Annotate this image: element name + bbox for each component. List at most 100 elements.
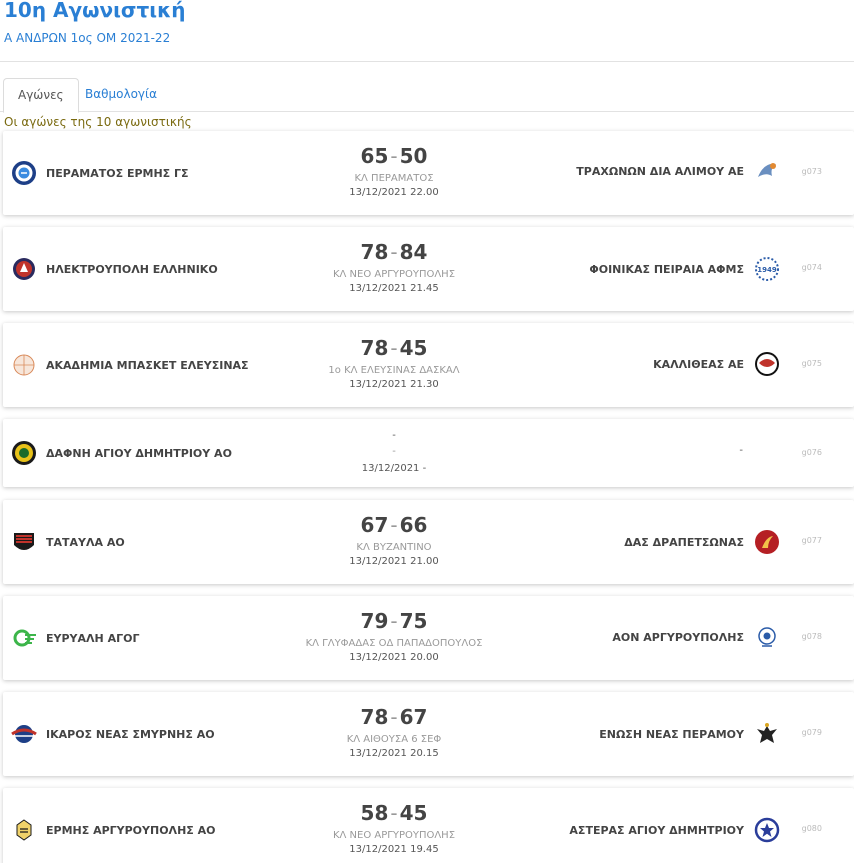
home-team[interactable]: ΕΡΜΗΣ ΑΡΓΥΡΟΥΠΟΛΗΣ ΑΟ: [11, 817, 216, 843]
match-score: 78-45: [360, 336, 428, 360]
away-score: 45: [399, 336, 428, 360]
match-score: 78-84: [360, 240, 428, 264]
away-team[interactable]: ΕΝΩΣΗ ΝΕΑΣ ΠΕΡΑΜΟΥ: [599, 721, 780, 747]
home-score: 67: [360, 513, 389, 537]
away-team-name: ΚΑΛΛΙΘΕΑΣ ΑΕ: [653, 357, 744, 371]
home-team[interactable]: ΕΥΡΥΑΛΗ ΑΓΟΓ: [11, 625, 139, 651]
away-team-name: ΔΑΣ ΔΡΑΠΕΤΣΩΝΑΣ: [624, 535, 744, 549]
match-card[interactable]: ΕΥΡΥΑΛΗ ΑΓΟΓ 79-75 ΚΛ ΓΛΥΦΑΔΑΣ ΟΔ ΠΑΠΑΔΟ…: [3, 596, 854, 680]
match-score: 58-45: [360, 801, 428, 825]
score-placeholder: -: [392, 430, 396, 441]
away-team[interactable]: -: [739, 445, 743, 456]
home-score: 79: [360, 609, 389, 633]
tab-bar: Αγώνες Βαθμολογία: [0, 78, 854, 113]
match-code: g080: [801, 824, 822, 833]
away-team[interactable]: ΚΑΛΛΙΘΕΑΣ ΑΕ: [653, 351, 780, 377]
match-card[interactable]: ΙΚΑΡΟΣ ΝΕΑΣ ΣΜΥΡΝΗΣ ΑΟ 78-67 ΚΛ ΑΙΘΟΥΣΑ …: [3, 692, 854, 776]
home-score: 78: [360, 705, 389, 729]
match-venue: ΚΛ ΒΥΖΑΝΤΙΝΟ: [356, 542, 432, 553]
home-team[interactable]: ΗΛΕΚΤΡΟΥΠΟΛΗ ΕΛΛΗΝΙΚΟ: [11, 256, 218, 282]
match-venue: ΚΛ ΝΕΟ ΑΡΓΥΡΟΥΠΟΛΗΣ: [332, 269, 456, 280]
ilektroupoli-crest-icon: [11, 256, 37, 282]
match-code: g075: [801, 359, 822, 368]
match-code: g076: [801, 448, 822, 457]
match-card[interactable]: ΕΡΜΗΣ ΑΡΓΥΡΟΥΠΟΛΗΣ ΑΟ 58-45 ΚΛ ΝΕΟ ΑΡΓΥΡ…: [3, 788, 854, 863]
tab-matches[interactable]: Αγώνες: [3, 78, 79, 113]
match-datetime: 13/12/2021 21.30: [349, 379, 439, 390]
away-team[interactable]: ΤΡΑΧΩΝΩΝ ΔΙΑ ΑΛΙΜΟΥ ΑΕ: [576, 158, 780, 184]
foinikas-crest-icon: 1949: [754, 256, 780, 282]
hermes-crest-icon: [11, 160, 37, 186]
match-code: g077: [801, 536, 822, 545]
evryali-crest-icon: [11, 625, 37, 651]
home-score: 58: [360, 801, 389, 825]
away-score: 45: [399, 801, 428, 825]
away-team[interactable]: ΑΣΤΕΡΑΣ ΑΓΙΟΥ ΔΗΜΗΤΡΙΟΥ: [569, 817, 780, 843]
match-center: 58-45 ΚΛ ΝΕΟ ΑΡΓΥΡΟΥΠΟΛΗΣ 13/12/2021 19.…: [294, 800, 494, 855]
away-team-name: ΕΝΩΣΗ ΝΕΑΣ ΠΕΡΑΜΟΥ: [599, 727, 744, 741]
match-score: 79-75: [360, 609, 428, 633]
match-center: 65-50 ΚΛ ΠΕΡΑΜΑΤΟΣ 13/12/2021 22.00: [294, 143, 494, 198]
home-team[interactable]: ΤΑΤΑΥΛΑ ΑΟ: [11, 529, 125, 555]
away-score: 66: [399, 513, 428, 537]
match-card[interactable]: ΑΚΑΔΗΜΙΑ ΜΠΑΣΚΕΤ ΕΛΕΥΣΙΝΑΣ 78-45 1ο ΚΛ Ε…: [3, 323, 854, 407]
match-center: 78-45 1ο ΚΛ ΕΛΕΥΣΙΝΑΣ ΔΑΣΚΑΛ 13/12/2021 …: [294, 335, 494, 390]
home-team[interactable]: ΙΚΑΡΟΣ ΝΕΑΣ ΣΜΥΡΝΗΣ ΑΟ: [11, 721, 215, 747]
away-score: 50: [399, 144, 428, 168]
match-datetime: 13/12/2021 19.45: [349, 844, 439, 855]
match-code: g073: [801, 167, 822, 176]
section-note: Οι αγώνες της 10 αγωνιστικής: [4, 115, 192, 129]
match-datetime: 13/12/2021 -: [361, 463, 427, 474]
match-datetime: 13/12/2021 22.00: [349, 187, 439, 198]
foinikas-year: 1949: [757, 266, 777, 274]
away-score: 84: [399, 240, 428, 264]
basketball-academy-icon: [11, 352, 37, 378]
match-score: 65-50: [360, 144, 428, 168]
match-datetime: 13/12/2021 21.00: [349, 556, 439, 567]
match-center: 78-84 ΚΛ ΝΕΟ ΑΡΓΥΡΟΥΠΟΛΗΣ 13/12/2021 21.…: [294, 239, 494, 294]
home-team-name: ΔΑΦΝΗ ΑΓΙΟΥ ΔΗΜΗΤΡΙΟΥ ΑΟ: [46, 446, 232, 460]
match-center: 79-75 ΚΛ ΓΛΥΦΑΔΑΣ ΟΔ ΠΑΠΑΔΟΠΟΥΛΟΣ 13/12/…: [294, 608, 494, 663]
match-datetime: 13/12/2021 20.00: [349, 652, 439, 663]
match-code: g074: [801, 263, 822, 272]
match-card[interactable]: ΗΛΕΚΤΡΟΥΠΟΛΗ ΕΛΛΗΝΙΚΟ 78-84 ΚΛ ΝΕΟ ΑΡΓΥΡ…: [3, 227, 854, 311]
match-center: 78-67 ΚΛ ΑΙΘΟΥΣΑ 6 ΣΕΦ 13/12/2021 20.15: [294, 704, 494, 759]
match-venue: ΚΛ ΠΕΡΑΜΑΤΟΣ: [354, 173, 434, 184]
home-team-name: ΤΑΤΑΥΛΑ ΑΟ: [46, 535, 125, 549]
away-team-name: ΤΡΑΧΩΝΩΝ ΔΙΑ ΑΛΙΜΟΥ ΑΕ: [576, 164, 744, 178]
aon-crest-icon: [754, 624, 780, 650]
page-subtitle[interactable]: Α ΑΝΔΡΩΝ 1ος ΟΜ 2021-22: [4, 31, 170, 45]
away-score: 75: [399, 609, 428, 633]
match-card[interactable]: ΠΕΡΑΜΑΤΟΣ ΕΡΜΗΣ ΓΣ 65-50 ΚΛ ΠΕΡΑΜΑΤΟΣ 13…: [3, 131, 854, 215]
away-team[interactable]: ΑΟΝ ΑΡΓΥΡΟΥΠΟΛΗΣ: [612, 624, 780, 650]
match-card[interactable]: ΔΑΦΝΗ ΑΓΙΟΥ ΔΗΜΗΤΡΙΟΥ ΑΟ - - 13/12/2021 …: [3, 419, 854, 487]
ikaros-crest-icon: [11, 721, 37, 747]
home-team-name: ΠΕΡΑΜΑΤΟΣ ΕΡΜΗΣ ΓΣ: [46, 166, 189, 180]
drapetsona-crest-icon: [754, 529, 780, 555]
home-team-name: ΕΡΜΗΣ ΑΡΓΥΡΟΥΠΟΛΗΣ ΑΟ: [46, 823, 216, 837]
home-team[interactable]: ΔΑΦΝΗ ΑΓΙΟΥ ΔΗΜΗΤΡΙΟΥ ΑΟ: [11, 440, 232, 466]
home-team-name: ΙΚΑΡΟΣ ΝΕΑΣ ΣΜΥΡΝΗΣ ΑΟ: [46, 727, 215, 741]
home-team[interactable]: ΑΚΑΔΗΜΙΑ ΜΠΑΣΚΕΤ ΕΛΕΥΣΙΝΑΣ: [11, 352, 249, 378]
dafni-crest-icon: [11, 440, 37, 466]
match-datetime: 13/12/2021 21.45: [349, 283, 439, 294]
match-score: 78-67: [360, 705, 428, 729]
away-team[interactable]: ΔΑΣ ΔΡΑΠΕΤΣΩΝΑΣ: [624, 529, 780, 555]
match-datetime: 13/12/2021 20.15: [349, 748, 439, 759]
match-card[interactable]: ΤΑΤΑΥΛΑ ΑΟ 67-66 ΚΛ ΒΥΖΑΝΤΙΝΟ 13/12/2021…: [3, 500, 854, 584]
home-team-name: ΑΚΑΔΗΜΙΑ ΜΠΑΣΚΕΤ ΕΛΕΥΣΙΝΑΣ: [46, 358, 249, 372]
match-center: - - 13/12/2021 -: [294, 430, 494, 474]
venue-placeholder: -: [392, 446, 396, 457]
tatavla-crest-icon: [11, 529, 37, 555]
home-score: 78: [360, 240, 389, 264]
away-team[interactable]: ΦΟΙΝΙΚΑΣ ΠΕΙΡΑΙΑ ΑΦΜΣ 1949: [589, 256, 780, 282]
home-score: 65: [360, 144, 389, 168]
match-venue: ΚΛ ΝΕΟ ΑΡΓΥΡΟΥΠΟΛΗΣ: [332, 830, 456, 841]
home-score: 78: [360, 336, 389, 360]
home-team[interactable]: ΠΕΡΑΜΑΤΟΣ ΕΡΜΗΣ ΓΣ: [11, 160, 189, 186]
home-team-name: ΗΛΕΚΤΡΟΥΠΟΛΗ ΕΛΛΗΝΙΚΟ: [46, 262, 218, 276]
kallithea-crest-icon: [754, 351, 780, 377]
away-team-name: -: [739, 445, 743, 456]
tab-standings[interactable]: Βαθμολογία: [71, 78, 171, 112]
match-venue: ΚΛ ΓΛΥΦΑΔΑΣ ΟΔ ΠΑΠΑΔΟΠΟΥΛΟΣ: [305, 638, 483, 649]
